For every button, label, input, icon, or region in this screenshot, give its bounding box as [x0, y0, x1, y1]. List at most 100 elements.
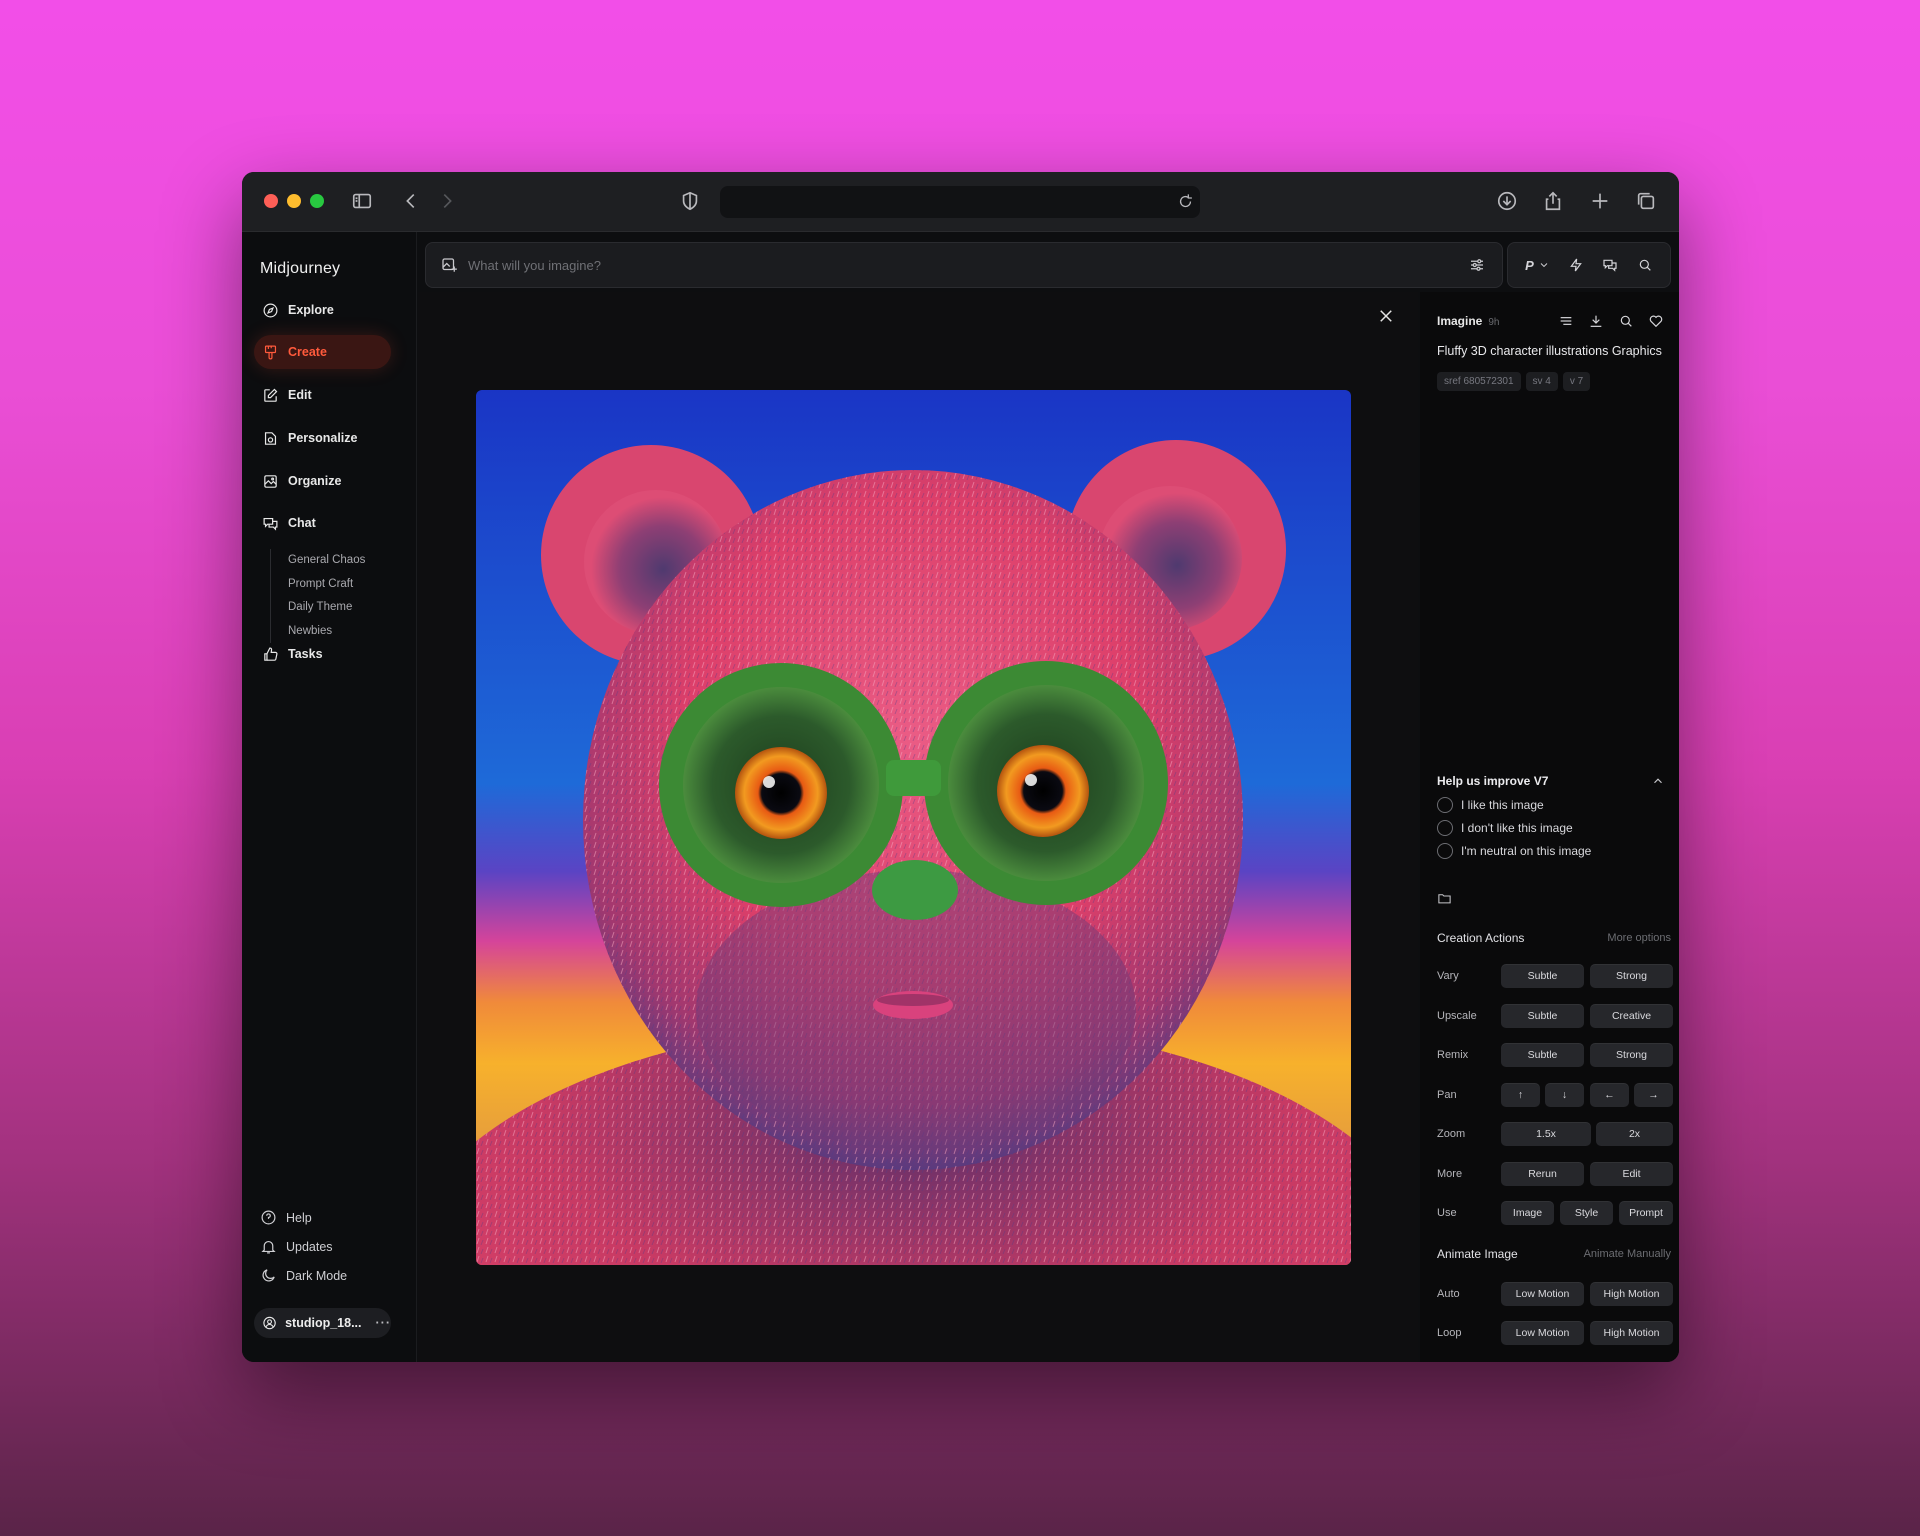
- brand-logo[interactable]: Midjourney: [260, 260, 340, 278]
- nav-updates[interactable]: Updates: [260, 1238, 333, 1255]
- browser-window: Midjourney Explore Create Edit Personali…: [242, 172, 1679, 1362]
- list-icon[interactable]: [1558, 313, 1575, 330]
- prompt-bar[interactable]: What will you imagine?: [425, 242, 1503, 288]
- search-icon[interactable]: [1618, 313, 1635, 330]
- survey-option-label: I like this image: [1461, 798, 1544, 812]
- upscale-label: Upscale: [1437, 1010, 1477, 1022]
- use-style-button[interactable]: Style: [1560, 1201, 1613, 1225]
- edit-button[interactable]: Edit: [1590, 1162, 1673, 1186]
- nav-label: Personalize: [288, 431, 358, 445]
- chat-room-daily-theme[interactable]: Daily Theme: [288, 596, 390, 620]
- auto-high-motion-button[interactable]: High Motion: [1590, 1282, 1673, 1306]
- nav-create[interactable]: Create: [254, 335, 391, 369]
- tag-sref[interactable]: sref 680572301: [1437, 372, 1521, 391]
- forward-icon[interactable]: [432, 186, 462, 216]
- rerun-button[interactable]: Rerun: [1501, 1162, 1584, 1186]
- loop-low-motion-button[interactable]: Low Motion: [1501, 1321, 1584, 1345]
- survey-option-neutral[interactable]: I'm neutral on this image: [1437, 843, 1591, 859]
- heart-icon[interactable]: [1648, 313, 1665, 330]
- nav-tasks[interactable]: Tasks: [254, 637, 391, 671]
- zoom-2x-button[interactable]: 2x: [1596, 1122, 1673, 1146]
- add-image-icon[interactable]: [440, 256, 458, 274]
- radio-button[interactable]: [1437, 843, 1453, 859]
- close-window-button[interactable]: [264, 194, 278, 208]
- use-image-button[interactable]: Image: [1501, 1201, 1554, 1225]
- remix-subtle-button[interactable]: Subtle: [1501, 1043, 1584, 1067]
- edit-icon: [264, 388, 278, 402]
- reload-icon[interactable]: [1170, 186, 1200, 216]
- more-options-link[interactable]: More options: [1607, 932, 1671, 944]
- dark-mode-toggle[interactable]: Dark Mode: [260, 1267, 347, 1284]
- minimize-window-button[interactable]: [287, 194, 301, 208]
- tabs-overview-icon[interactable]: [1631, 186, 1661, 216]
- chevron-up-icon[interactable]: [1651, 774, 1665, 788]
- nav-explore[interactable]: Explore: [254, 293, 391, 327]
- zoom-1-5x-button[interactable]: 1.5x: [1501, 1122, 1591, 1146]
- search-button[interactable]: [1637, 257, 1653, 273]
- pan-up-button[interactable]: ↑: [1501, 1083, 1540, 1107]
- vary-label: Vary: [1437, 970, 1459, 982]
- remix-label: Remix: [1437, 1049, 1469, 1061]
- nav-edit[interactable]: Edit: [254, 378, 391, 412]
- chevron-down-icon: [1540, 263, 1548, 268]
- user-options-icon[interactable]: ···: [376, 1316, 392, 1330]
- nav-organize[interactable]: Organize: [254, 464, 391, 498]
- auto-low-motion-button[interactable]: Low Motion: [1501, 1282, 1584, 1306]
- loop-high-motion-button[interactable]: High Motion: [1590, 1321, 1673, 1345]
- new-tab-icon[interactable]: [1585, 186, 1615, 216]
- address-bar[interactable]: [720, 186, 1200, 218]
- nav-chat[interactable]: Chat: [254, 506, 391, 540]
- survey-option-label: I'm neutral on this image: [1461, 844, 1592, 858]
- tag-sv[interactable]: sv 4: [1525, 372, 1558, 391]
- pan-left-button[interactable]: ←: [1590, 1083, 1629, 1107]
- folder-icon[interactable]: [1437, 891, 1453, 907]
- speed-mode-button[interactable]: [1568, 257, 1584, 273]
- radio-button[interactable]: [1437, 797, 1453, 813]
- survey-option-like[interactable]: I like this image: [1437, 797, 1544, 813]
- upscale-subtle-button[interactable]: Subtle: [1501, 1004, 1584, 1028]
- pan-label: Pan: [1437, 1089, 1457, 1101]
- settings-sliders-icon[interactable]: [1468, 256, 1486, 274]
- panel-actions: [1558, 313, 1665, 330]
- download-icon[interactable]: [1588, 313, 1605, 330]
- pan-down-button[interactable]: ↓: [1545, 1083, 1584, 1107]
- chat-room-prompt-craft[interactable]: Prompt Craft: [288, 573, 390, 597]
- close-viewer-icon[interactable]: [1377, 307, 1395, 325]
- tag-version[interactable]: v 7: [1562, 372, 1591, 391]
- lightning-icon: [1570, 258, 1583, 272]
- user-menu[interactable]: studiop_18... ···: [254, 1308, 391, 1338]
- chat-room-general-chaos[interactable]: General Chaos: [288, 549, 390, 573]
- job-type-label: Imagine: [1437, 314, 1483, 328]
- nav-label: Create: [288, 345, 327, 359]
- shield-icon[interactable]: [675, 186, 705, 216]
- personalization-dropdown[interactable]: P: [1525, 258, 1550, 273]
- chat-mode-button[interactable]: [1602, 257, 1618, 273]
- moon-icon: [262, 1269, 275, 1282]
- personalize-icon: [264, 431, 277, 445]
- zoom-label: Zoom: [1437, 1128, 1466, 1140]
- animate-image-title: Animate Image: [1437, 1247, 1518, 1261]
- nav-label: Dark Mode: [286, 1268, 348, 1283]
- parameter-tags: sref 680572301 sv 4 v 7: [1437, 372, 1591, 391]
- sidebar-toggle-icon[interactable]: [347, 186, 377, 216]
- pan-right-button[interactable]: →: [1634, 1083, 1673, 1107]
- radio-button[interactable]: [1437, 820, 1453, 836]
- zoom-window-button[interactable]: [310, 194, 324, 208]
- back-icon[interactable]: [396, 186, 426, 216]
- survey-option-dislike[interactable]: I don't like this image: [1437, 820, 1573, 836]
- use-prompt-button[interactable]: Prompt: [1619, 1201, 1673, 1225]
- nav-label: Help: [286, 1210, 312, 1225]
- nav-help[interactable]: Help: [260, 1209, 312, 1226]
- share-icon[interactable]: [1538, 186, 1568, 216]
- upscale-creative-button[interactable]: Creative: [1590, 1004, 1673, 1028]
- prompt-input[interactable]: What will you imagine?: [468, 258, 601, 273]
- remix-strong-button[interactable]: Strong: [1590, 1043, 1673, 1067]
- download-icon[interactable]: [1492, 186, 1522, 216]
- vary-strong-button[interactable]: Strong: [1590, 964, 1673, 988]
- vary-subtle-button[interactable]: Subtle: [1501, 964, 1584, 988]
- survey-option-label: I don't like this image: [1461, 821, 1573, 835]
- generated-image[interactable]: [476, 390, 1351, 1265]
- survey-title: Help us improve V7: [1437, 774, 1549, 788]
- animate-manually-link[interactable]: Animate Manually: [1584, 1248, 1671, 1260]
- nav-personalize[interactable]: Personalize: [254, 421, 391, 455]
